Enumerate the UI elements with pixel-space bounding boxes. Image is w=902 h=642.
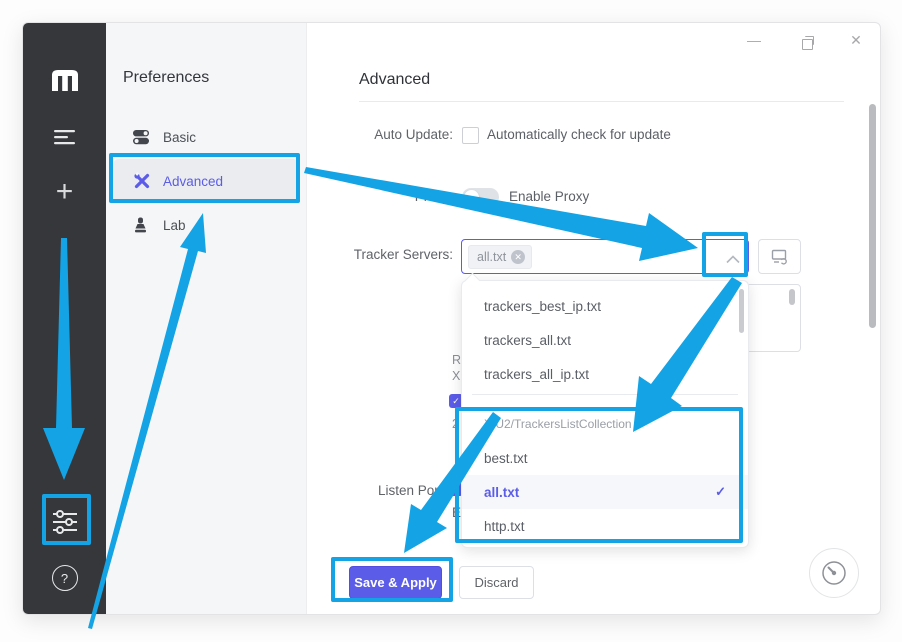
sync-trackers-button[interactable] [758,239,801,274]
dropdown-option[interactable]: trackers_all_ip.txt [462,357,748,391]
toggles-icon [133,129,151,145]
annotation-box-save [331,557,453,602]
help-button[interactable]: ? [23,565,106,591]
annotation-box-chevron [702,232,748,277]
screenshot-stage: + ? Preferences [0,0,902,642]
dropdown-option[interactable]: trackers_all.txt [462,323,748,357]
app-window: + ? Preferences [22,22,881,615]
sidebar-item-lab[interactable]: Lab [113,203,299,247]
annotation-box-advanced [109,153,300,203]
selected-tracker-tag: all.txt ✕ [468,245,532,269]
dropdown-scrollbar[interactable] [739,289,744,333]
close-button[interactable]: ✕ [843,27,869,53]
hidden-text-fragment: R [452,353,461,367]
hidden-text-fragment: X [452,369,460,383]
annotation-box-settings-icon [42,494,91,545]
sidebar-item-label: Basic [163,130,196,145]
auto-update-checkbox-label[interactable]: Automatically check for update [487,127,671,142]
plus-glyph: + [56,177,74,207]
dropdown-option[interactable]: trackers_best_ip.txt [462,289,748,323]
lab-icon [133,217,151,233]
restore-button[interactable] [794,31,820,57]
preferences-title: Preferences [123,69,209,87]
tag-close-icon[interactable]: ✕ [511,250,525,264]
title-divider [359,101,844,102]
toggle-knob [464,190,479,205]
minimize-icon: — [747,32,761,48]
proxy-label: Proxy: [323,189,453,204]
proxy-toggle[interactable] [462,188,499,206]
annotation-box-dropdown-group [455,407,743,543]
gauge-icon [819,558,849,588]
speed-limit-button[interactable] [809,548,859,598]
minimize-button[interactable]: — [741,27,767,53]
main-scrollbar[interactable] [869,104,876,328]
auto-update-checkbox[interactable] [462,127,479,144]
dropdown-divider [472,394,738,395]
question-icon: ? [61,571,68,586]
motrix-logo-icon [23,69,106,91]
page-title: Advanced [359,71,430,89]
close-icon: ✕ [850,32,862,49]
restore-icon [802,39,813,50]
auto-update-label: Auto Update: [323,127,453,142]
tag-label: all.txt [477,250,506,264]
tracker-servers-label: Tracker Servers: [323,247,453,262]
task-list-icon[interactable] [23,129,106,145]
preferences-panel: Preferences Basic [106,23,307,614]
proxy-toggle-label: Enable Proxy [509,189,589,204]
sidebar-item-label: Lab [163,218,186,233]
discard-button[interactable]: Discard [459,566,534,599]
listen-ports-label: Listen Ports: [323,483,453,498]
add-task-icon[interactable]: + [23,177,106,207]
textarea-scrollbar[interactable] [789,289,795,305]
sync-icon [771,249,789,265]
